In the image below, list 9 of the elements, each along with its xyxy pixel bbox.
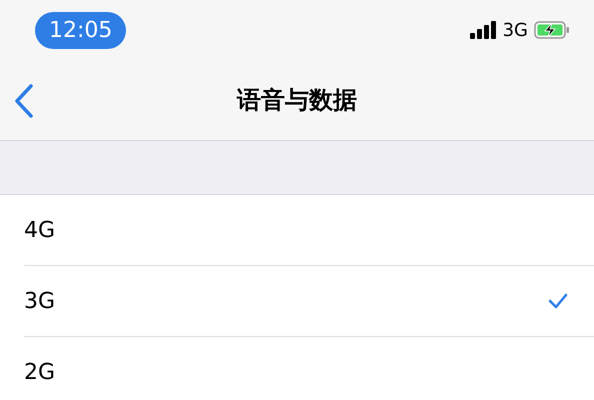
network-type: 3G: [502, 18, 528, 42]
option-label: 4G: [24, 216, 56, 244]
nav-title: 语音与数据: [237, 85, 357, 116]
signal-icon: [470, 21, 497, 39]
option-label: 3G: [24, 288, 56, 316]
back-icon[interactable]: [14, 84, 34, 118]
battery-charging-icon: [534, 21, 570, 39]
option-label: 2G: [24, 359, 56, 387]
status-time: 12:05: [35, 12, 126, 48]
